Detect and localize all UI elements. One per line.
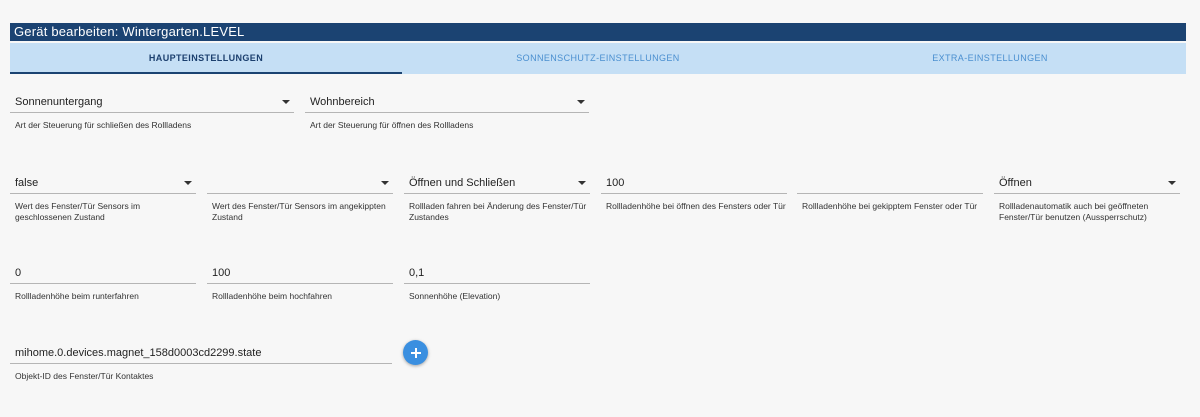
height-open-value: 100 [606, 177, 625, 189]
tab-extra-einstellungen[interactable]: EXTRA-EINSTELLUNGEN [794, 43, 1186, 74]
height-down-input[interactable]: 0 [10, 262, 196, 284]
dropdown-arrow-icon [282, 100, 290, 104]
sensor-tilted-field: Wert des Fenster/Tür Sensors im angekipp… [207, 172, 393, 223]
height-tilted-input[interactable] [797, 172, 983, 194]
open-control-select[interactable]: Wohnbereich [305, 91, 589, 113]
open-control-helper: Art der Steuerung für öffnen des Rolllad… [310, 120, 474, 130]
dropdown-arrow-icon [381, 181, 389, 185]
sun-elevation-input[interactable]: 0,1 [404, 262, 590, 284]
dialog-title: Gerät bearbeiten: Wintergarten.LEVEL [10, 23, 1186, 41]
height-up-value: 100 [212, 267, 231, 279]
height-up-input[interactable]: 100 [207, 262, 393, 284]
height-down-helper: Rollladenhöhe beim runterfahren [15, 291, 139, 301]
move-on-change-field: Öffnen und Schließen Rollladen fahren be… [404, 172, 590, 223]
object-id-input[interactable]: mihome.0.devices.magnet_158d0003cd2299.s… [10, 342, 392, 364]
object-id-helper: Objekt-ID des Fenster/Tür Kontaktes [15, 371, 154, 381]
height-down-field: 0 Rollladenhöhe beim runterfahren [10, 262, 196, 302]
height-down-value: 0 [15, 267, 22, 279]
tab-haupteinstellungen[interactable]: HAUPTEINSTELLUNGEN [10, 43, 402, 74]
dropdown-arrow-icon [1168, 181, 1176, 185]
sensor-tilted-helper: Wert des Fenster/Tür Sensors im angekipp… [212, 201, 386, 222]
height-open-helper: Rollladenhöhe bei öffnen des Fensters od… [606, 201, 786, 211]
sensor-tilted-select[interactable] [207, 172, 393, 194]
height-tilted-field: Rollladenhöhe bei gekipptem Fenster oder… [797, 172, 983, 212]
sensor-closed-field: false Wert des Fenster/Tür Sensors im ge… [10, 172, 196, 223]
move-on-change-value: Öffnen und Schließen [409, 177, 516, 189]
height-tilted-helper: Rollladenhöhe bei gekipptem Fenster oder… [802, 201, 978, 211]
move-on-change-helper: Rollladen fahren bei Änderung des Fenste… [409, 201, 587, 222]
lockout-field: Öffnen Rollladenautomatik auch bei geöff… [994, 172, 1180, 223]
move-on-change-select[interactable]: Öffnen und Schließen [404, 172, 590, 194]
open-control-value: Wohnbereich [310, 96, 375, 108]
height-open-field: 100 Rollladenhöhe bei öffnen des Fenster… [601, 172, 787, 212]
dropdown-arrow-icon [577, 100, 585, 104]
sun-elevation-field: 0,1 Sonnenhöhe (Elevation) [404, 262, 590, 302]
close-control-value: Sonnenuntergang [15, 96, 103, 108]
close-control-helper: Art der Steuerung für schließen des Roll… [15, 120, 192, 130]
close-control-field: Sonnenuntergang Art der Steuerung für sc… [10, 91, 294, 131]
sensor-closed-value: false [15, 177, 39, 189]
tab-sonnenschutz-einstellungen[interactable]: SONNENSCHUTZ-EINSTELLUNGEN [402, 43, 794, 74]
open-control-field: Wohnbereich Art der Steuerung für öffnen… [305, 91, 589, 131]
sensor-closed-helper: Wert des Fenster/Tür Sensors im geschlos… [15, 201, 141, 222]
close-control-select[interactable]: Sonnenuntergang [10, 91, 294, 113]
object-id-value: mihome.0.devices.magnet_158d0003cd2299.s… [15, 347, 262, 359]
height-up-helper: Rollladenhöhe beim hochfahren [212, 291, 333, 301]
sensor-closed-select[interactable]: false [10, 172, 196, 194]
add-object-button[interactable] [403, 340, 428, 365]
height-up-field: 100 Rollladenhöhe beim hochfahren [207, 262, 393, 302]
lockout-helper: Rollladenautomatik auch bei geöffneten F… [999, 201, 1149, 222]
tab-bar: HAUPTEINSTELLUNGEN SONNENSCHUTZ-EINSTELL… [10, 43, 1186, 74]
lockout-value: Öffnen [999, 177, 1032, 189]
sun-elevation-helper: Sonnenhöhe (Elevation) [409, 291, 501, 301]
lockout-select[interactable]: Öffnen [994, 172, 1180, 194]
sun-elevation-value: 0,1 [409, 267, 425, 279]
object-id-field: mihome.0.devices.magnet_158d0003cd2299.s… [10, 342, 392, 382]
height-open-input[interactable]: 100 [601, 172, 787, 194]
dropdown-arrow-icon [578, 181, 586, 185]
dropdown-arrow-icon [184, 181, 192, 185]
